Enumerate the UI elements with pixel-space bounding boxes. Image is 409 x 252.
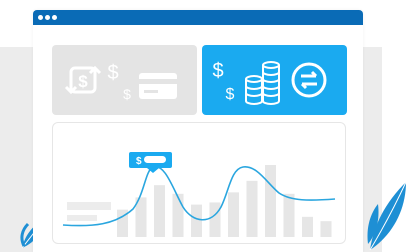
value-tooltip: $ — [129, 152, 172, 173]
svg-text:$: $ — [212, 60, 223, 82]
chart-bar — [283, 193, 295, 237]
svg-text:$: $ — [226, 86, 235, 103]
title-bar — [33, 10, 363, 25]
coin-stack-icon — [245, 61, 280, 105]
dollar-signs-icon: $ $ — [212, 60, 235, 103]
chart-bar — [154, 185, 165, 237]
window-close-dot[interactable] — [38, 15, 43, 20]
faded-label-placeholder — [67, 215, 97, 221]
chart-bar — [172, 193, 184, 237]
credit-card-icon — [139, 73, 177, 99]
chart-bar — [228, 192, 239, 237]
app-window: $ $ $ $ $ $ — [33, 10, 363, 252]
window-minimize-dot[interactable] — [45, 15, 50, 20]
chart: $ — [62, 152, 336, 237]
leaf-right-icon — [367, 181, 407, 251]
chart-bar — [320, 221, 332, 237]
chart-bar — [265, 165, 276, 237]
tooltip-dollar-sign: $ — [136, 156, 142, 167]
chart-bar — [209, 202, 221, 237]
chart-panel: $ — [52, 122, 346, 244]
dollar-signs-icon: $ $ — [107, 62, 131, 102]
chart-bar — [191, 204, 202, 237]
chart-bar — [246, 180, 258, 237]
tooltip-value-placeholder — [144, 156, 166, 163]
currency-exchange-icon: $ — [64, 65, 102, 95]
svg-text:$: $ — [78, 72, 88, 91]
chart-bar — [302, 216, 313, 237]
svg-text:$: $ — [123, 86, 131, 102]
faded-label-placeholder — [67, 202, 111, 210]
exchange-card[interactable]: $ $ $ — [52, 45, 197, 115]
window-maximize-dot[interactable] — [52, 15, 57, 20]
svg-text:$: $ — [107, 62, 118, 84]
transfer-arrows-icon — [291, 62, 327, 98]
transfer-card[interactable]: $ $ — [202, 45, 347, 115]
